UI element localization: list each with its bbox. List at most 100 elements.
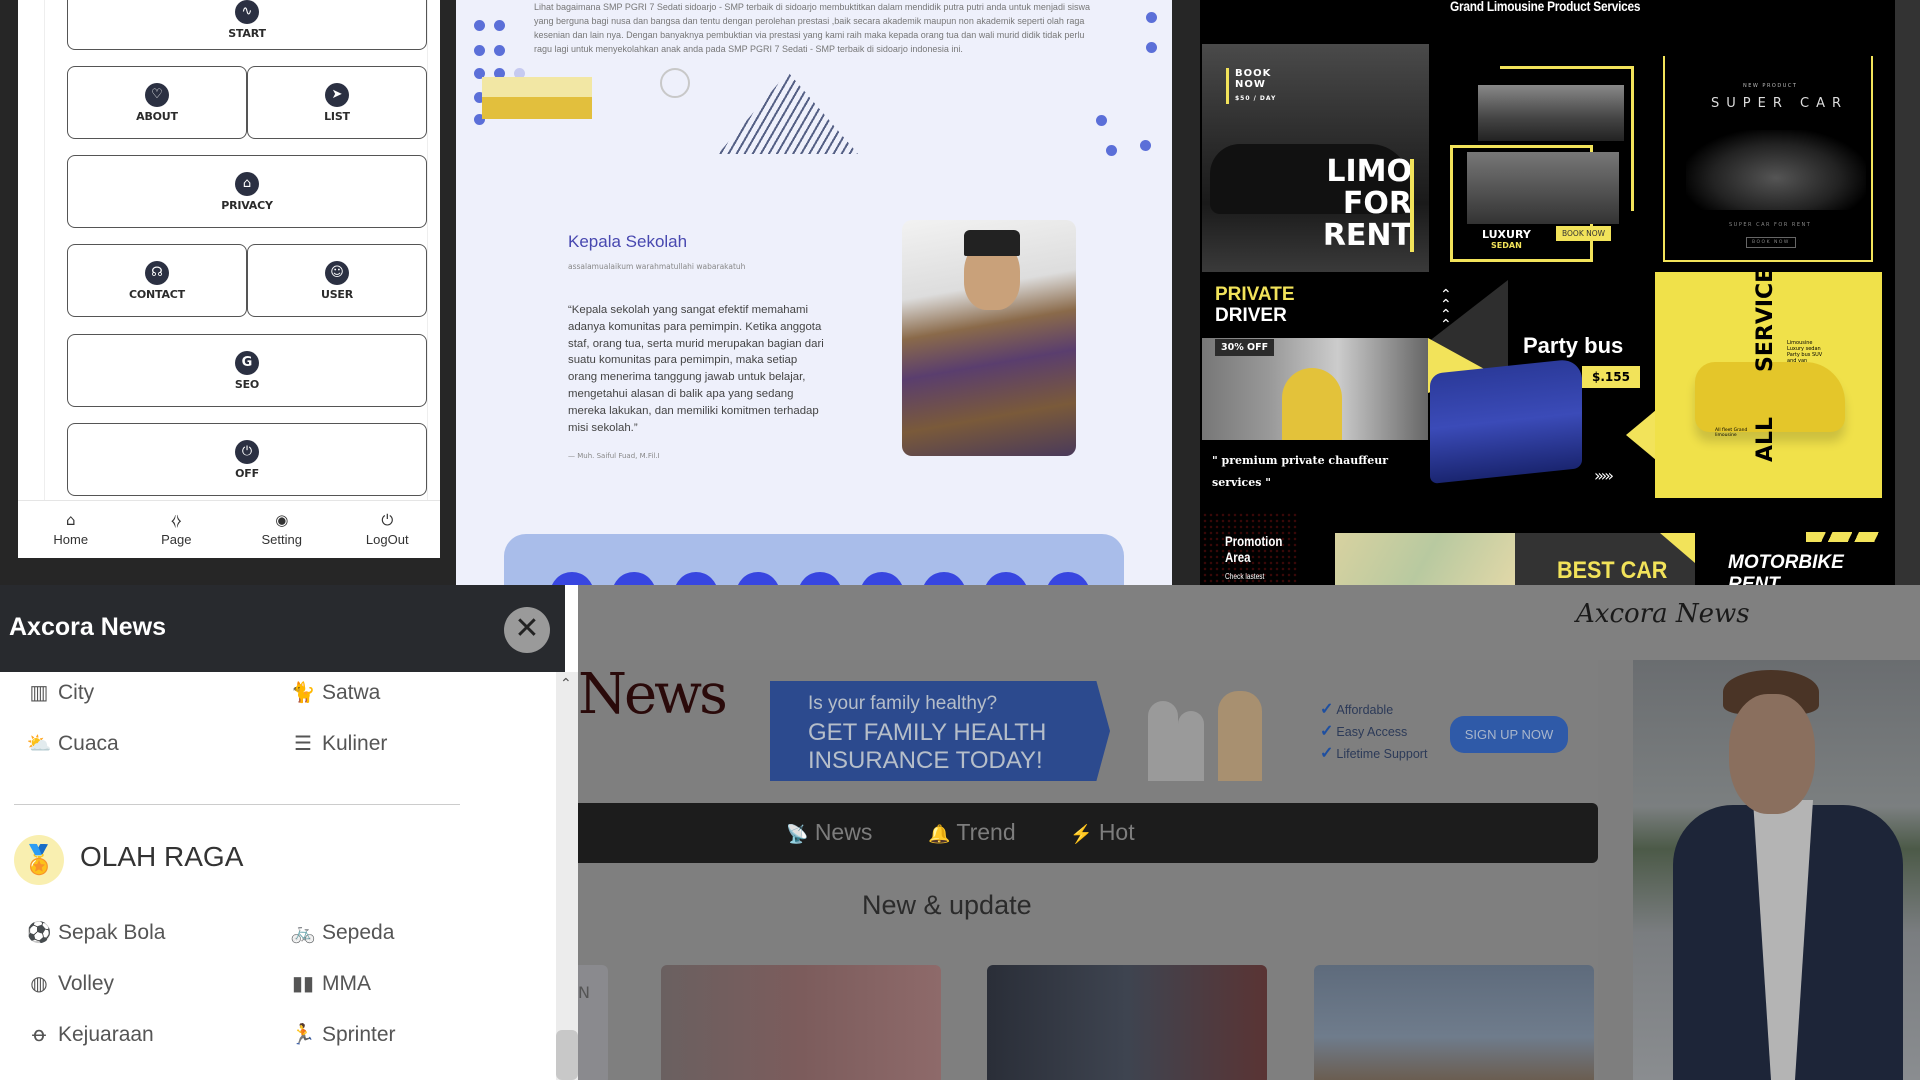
model-face (1729, 694, 1815, 814)
privacy-button[interactable]: ⌂ PRIVACY (67, 155, 427, 228)
site-header: Axcora News (578, 585, 1920, 660)
principal-photo (902, 220, 1076, 456)
menu-item-kuliner[interactable]: ☰ Kuliner (290, 731, 387, 756)
section-title-new-update: New & update (862, 890, 1032, 920)
discount-badge: 30% OFF (1215, 339, 1275, 356)
decor-dot (1106, 145, 1117, 156)
menu-scrollbar[interactable]: ⌃ (556, 672, 578, 1080)
book-now-button[interactable]: BOOK NOW (1556, 226, 1612, 241)
menu-item-mma[interactable]: ▮▮ MMA (290, 971, 371, 996)
contact-button[interactable]: ☊ CONTACT (67, 244, 247, 317)
scrollbar-thumb[interactable] (556, 1030, 578, 1080)
menu-item-sepeda[interactable]: 🚲 Sepeda (290, 920, 395, 945)
chevrons-right-icon: ››››› (1594, 466, 1614, 485)
heart-arrow-icon: ♡ (145, 82, 169, 107)
runner-icon: 🏃 (290, 1024, 316, 1046)
principal-quote: “Kepala sekolah yang sangat efektif mema… (568, 304, 824, 434)
ad-person (1178, 711, 1204, 781)
nav-logout[interactable]: ⏻ LogOut (347, 512, 427, 547)
sedan-image (1467, 152, 1619, 224)
bicycle-icon: 🚲 (290, 922, 316, 944)
principal-heading: Kepala Sekolah (568, 232, 688, 251)
school-website-panel: Lihat bagaimana SMP PGRI 7 Sedati sidoar… (456, 0, 1172, 585)
limo-for-rent-text: LIMO FOR RENT (1322, 154, 1412, 253)
driver-figure (1282, 368, 1342, 440)
decor-dot (1140, 140, 1151, 151)
ad-people-image (1138, 685, 1288, 781)
limo-for-rent-card: BOOK NOW $50 / DAY LIMO FOR RENT (1202, 44, 1429, 272)
weather-icon: ⛅ (26, 733, 52, 755)
sign-up-button[interactable]: SIGN UP NOW (1450, 716, 1568, 753)
all-service-card: ALL SERVICE Limousine Luxury sedan Party… (1655, 268, 1882, 498)
nav-hot[interactable]: ⚡ Hot (1070, 819, 1135, 846)
decor-yellow-bar (482, 97, 592, 119)
decor-striped-triangle (718, 72, 858, 154)
service-list: Limousine Luxury sedan Party bus SUV and… (1787, 340, 1823, 364)
check-icon: ✓ (1320, 745, 1334, 762)
limousine-flyer-panel: Grand Limousine Product Services BOOK NO… (1200, 0, 1895, 585)
nav-page[interactable]: ⧼⧽ Page (136, 512, 216, 547)
fashion-ad-image (1633, 660, 1920, 1080)
list-button[interactable]: ➤ LIST (247, 66, 427, 139)
party-bus-image (1430, 358, 1582, 484)
user-circle-icon: ☺ (325, 260, 349, 285)
nav-trend[interactable]: 🔔 Trend (928, 819, 1016, 846)
menu-item-sepak-bola[interactable]: ⚽ Sepak Bola (26, 920, 166, 945)
medal-icon: ꝋ (31, 1024, 47, 1046)
limo-title: Grand Limousine Product Services (1450, 0, 1641, 14)
check-icon: ✓ (1320, 723, 1334, 740)
super-car-for-rent-label: SUPER CAR FOR RENT (1729, 222, 1812, 228)
menu-item-volley[interactable]: ◍ Volley (26, 971, 114, 996)
accent-bar (1410, 159, 1414, 252)
off-button[interactable]: ⏻ OFF (67, 423, 427, 496)
decor-dot (474, 20, 485, 31)
user-button[interactable]: ☺ USER (247, 244, 427, 317)
news-thumbnail[interactable]: N (578, 965, 608, 1080)
close-button[interactable]: ✕ (504, 607, 550, 653)
menu-item-city[interactable]: ▥ City (26, 680, 95, 705)
news-website-panel: Axcora News News Is your family healthy?… (578, 585, 1920, 1080)
home-icon: ⌂ (65, 511, 76, 529)
close-icon: ✕ (514, 611, 540, 646)
chevrons-up-icon: ⌃ ⌃ ⌃ ⌃ (1440, 287, 1452, 333)
site-brand[interactable]: Axcora News (1576, 599, 1750, 629)
menu-item-kejuaraan[interactable]: ꝋ Kejuaraan (26, 1022, 154, 1047)
code-icon: ⧼⧽ (170, 511, 182, 529)
seo-button[interactable]: G SEO (67, 334, 427, 407)
news-thumbnail[interactable] (987, 965, 1267, 1080)
section-title-olahraga: OLAH RAGA (80, 841, 244, 872)
news-side-menu: Axcora News ✕ ▥ City 🐈 Satwa ⛅ Cuaca ☰ K… (0, 585, 578, 1080)
private-driver-title: PRIVATE DRIVER (1215, 284, 1295, 326)
chauffeur-tagline: " premium private chauffeur services " (1212, 454, 1389, 489)
satellite-icon: 📡 (786, 824, 809, 844)
medal-icon: 🏅 (14, 835, 64, 885)
menu-item-sprinter[interactable]: 🏃 Sprinter (290, 1022, 396, 1047)
start-button[interactable]: ∿ START (67, 0, 427, 50)
decor-slashes (1806, 532, 1880, 542)
scroll-up-icon[interactable]: ⌃ (560, 676, 572, 692)
headset-icon: ☊ (145, 260, 169, 285)
soccer-ball-icon: ⚽ (26, 922, 52, 944)
about-button[interactable]: ♡ ABOUT (67, 66, 247, 139)
news-thumbnail[interactable] (1314, 965, 1594, 1080)
check-icon: ✓ (1320, 701, 1334, 718)
menu-item-cuaca[interactable]: ⛅ Cuaca (26, 731, 119, 756)
book-now-small-button[interactable]: BOOK NOW (1746, 237, 1796, 248)
button-grid: ∿ START ♡ ABOUT ➤ LIST ⌂ PRIVACY ☊ CONTA… (44, 0, 428, 500)
site-logo-partial: News (578, 662, 728, 727)
bolt-icon: ⚡ (1070, 824, 1093, 844)
ad-question: Is your family healthy? (808, 693, 998, 714)
super-car-image (1686, 130, 1866, 210)
insurance-ad-banner[interactable]: Is your family healthy? GET FAMILY HEALT… (770, 681, 1110, 781)
menu-item-satwa[interactable]: 🐈 Satwa (290, 680, 381, 705)
cat-icon: 🐈 (290, 682, 316, 704)
map-image (1335, 533, 1515, 585)
nav-news[interactable]: 📡 News (786, 819, 872, 846)
city-icon: ▥ (29, 682, 49, 704)
nav-home[interactable]: ⌂ Home (31, 512, 111, 547)
power-icon: ⏻ (235, 439, 259, 464)
ad-headline: GET FAMILY HEALTH INSURANCE TODAY! (808, 719, 1047, 774)
nav-setting[interactable]: ◉ Setting (242, 512, 322, 547)
send-icon: ➤ (325, 82, 349, 107)
news-thumbnail[interactable] (661, 965, 941, 1080)
